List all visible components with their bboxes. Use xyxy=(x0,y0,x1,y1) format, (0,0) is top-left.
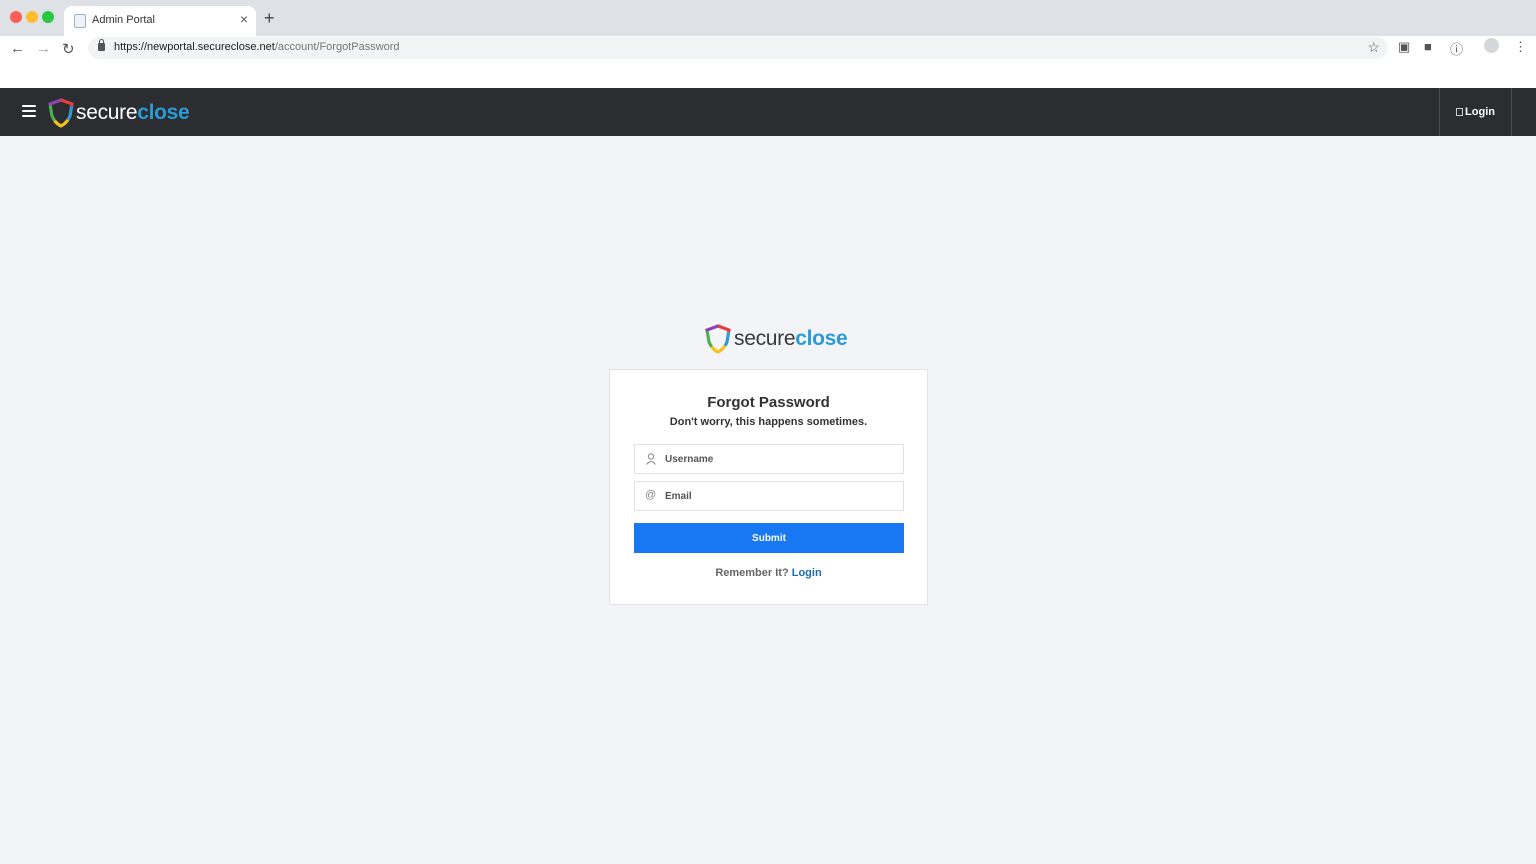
logo-secure-text: secure xyxy=(76,101,138,124)
login-icon xyxy=(1456,108,1464,116)
card-logo: secureclose xyxy=(705,324,848,354)
bookmark-star-icon[interactable]: ☆ xyxy=(1367,39,1380,56)
forgot-password-card: Forgot Password Don't worry, this happen… xyxy=(609,369,928,605)
info-icon[interactable]: ⓘ xyxy=(1450,39,1463,58)
new-tab-button[interactable]: + xyxy=(264,8,275,28)
reload-icon[interactable]: ↻ xyxy=(62,40,75,58)
remember-text: Remember It? xyxy=(715,567,789,579)
header-login-label: Login xyxy=(1465,106,1495,118)
screen-capture-icon[interactable]: ▣ xyxy=(1398,39,1410,55)
login-link[interactable]: Login xyxy=(792,567,822,579)
header-login-button[interactable]: Login xyxy=(1439,88,1512,136)
maximize-window-button[interactable] xyxy=(42,11,54,23)
shield-logo-icon xyxy=(48,98,74,128)
browser-toolbar: ← → ↻ https://newportal.secureclose.net/… xyxy=(0,36,1536,88)
submit-button[interactable]: Submit xyxy=(634,523,904,553)
lock-icon xyxy=(98,39,105,51)
url-text[interactable]: https://newportal.secureclose.net/accoun… xyxy=(114,41,400,53)
logo-close-text: close xyxy=(795,327,848,350)
hamburger-menu-icon[interactable] xyxy=(22,105,36,117)
browser-tab[interactable]: Admin Portal × xyxy=(64,6,256,36)
header-logo[interactable]: secureclose xyxy=(48,98,190,128)
at-sign-icon: @ xyxy=(645,489,657,501)
app-header: secureclose Login xyxy=(0,88,1536,136)
browser-menu-icon[interactable]: ⋮ xyxy=(1514,39,1527,55)
email-field[interactable]: @ xyxy=(634,481,904,511)
email-input[interactable] xyxy=(665,482,895,510)
logo-close-text: close xyxy=(137,101,190,124)
minimize-window-button[interactable] xyxy=(26,11,38,23)
username-field[interactable] xyxy=(634,444,904,474)
tab-close-icon[interactable]: × xyxy=(240,11,248,27)
cast-icon[interactable]: ■ xyxy=(1424,39,1432,54)
username-input[interactable] xyxy=(665,445,895,473)
back-arrow-icon[interactable]: ← xyxy=(10,40,25,57)
remember-prompt: Remember It? Login xyxy=(610,567,927,579)
shield-logo-icon xyxy=(705,324,731,354)
page-subtitle: Don't worry, this happens sometimes. xyxy=(669,416,868,428)
page-title: Forgot Password xyxy=(707,394,830,411)
close-window-button[interactable] xyxy=(10,11,22,23)
user-icon xyxy=(646,453,656,465)
tab-title: Admin Portal xyxy=(92,14,155,26)
browser-tab-bar: Admin Portal × + xyxy=(0,0,1536,36)
address-bar[interactable]: https://newportal.secureclose.net/accoun… xyxy=(88,37,1388,59)
logo-secure-text: secure xyxy=(734,327,796,350)
forward-arrow-icon[interactable]: → xyxy=(36,40,51,57)
profile-avatar-icon[interactable] xyxy=(1484,38,1499,56)
page-favicon-icon xyxy=(74,14,86,28)
